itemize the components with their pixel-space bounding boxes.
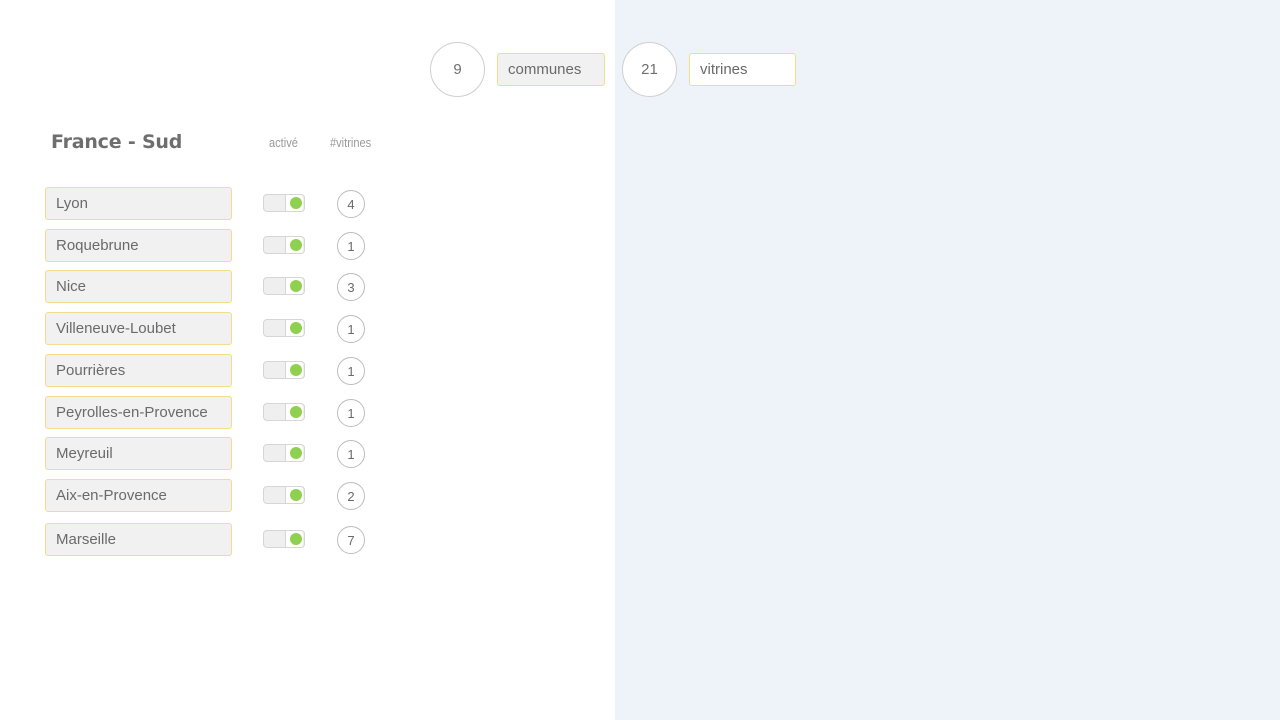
commune-name-field[interactable]: Pourrières xyxy=(45,354,232,387)
toggle-on-indicator xyxy=(290,406,302,418)
commune-row: Aix-en-Provence 2 xyxy=(45,479,375,512)
commune-name-field[interactable]: Marseille xyxy=(45,523,232,556)
communes-label: communes xyxy=(497,53,605,86)
vitrines-count: 2 xyxy=(337,482,365,510)
active-toggle[interactable] xyxy=(263,444,305,462)
vitrines-count: 1 xyxy=(337,440,365,468)
vitrines-count: 4 xyxy=(337,190,365,218)
toggle-on-indicator xyxy=(290,364,302,376)
active-toggle[interactable] xyxy=(263,277,305,295)
commune-row: Meyreuil 1 xyxy=(45,437,375,470)
column-header-vitrines: #vitrines xyxy=(330,135,372,150)
toggle-on-indicator xyxy=(290,489,302,501)
toggle-on-indicator xyxy=(290,533,302,545)
vitrines-label: vitrines xyxy=(689,53,796,86)
commune-row: Lyon 4 xyxy=(45,187,375,220)
communes-count-badge: 9 xyxy=(430,42,485,97)
commune-name-field[interactable]: Roquebrune xyxy=(45,229,232,262)
vitrines-count-badge: 21 xyxy=(622,42,677,97)
active-toggle[interactable] xyxy=(263,319,305,337)
toggle-knob xyxy=(285,445,303,461)
commune-name-field[interactable]: Aix-en-Provence xyxy=(45,479,232,512)
active-toggle[interactable] xyxy=(263,194,305,212)
vitrines-count: 1 xyxy=(337,399,365,427)
active-toggle[interactable] xyxy=(263,486,305,504)
toggle-on-indicator xyxy=(290,197,302,209)
vitrines-count: 1 xyxy=(337,232,365,260)
toggle-on-indicator xyxy=(290,239,302,251)
toggle-knob xyxy=(285,531,303,547)
region-title: France - Sud xyxy=(51,131,183,153)
toggle-knob xyxy=(285,487,303,503)
commune-row: Peyrolles-en-Provence 1 xyxy=(45,396,375,429)
vitrines-count: 3 xyxy=(337,273,365,301)
toggle-on-indicator xyxy=(290,280,302,292)
toggle-on-indicator xyxy=(290,447,302,459)
commune-name-field[interactable]: Meyreuil xyxy=(45,437,232,470)
vitrines-count: 1 xyxy=(337,357,365,385)
toggle-knob xyxy=(285,320,303,336)
toggle-on-indicator xyxy=(290,322,302,334)
commune-row: Nice 3 xyxy=(45,270,375,303)
commune-row: Villeneuve-Loubet 1 xyxy=(45,312,375,345)
active-toggle[interactable] xyxy=(263,361,305,379)
active-toggle[interactable] xyxy=(263,403,305,421)
map-panel[interactable] xyxy=(615,0,1280,720)
toggle-knob xyxy=(285,278,303,294)
active-toggle[interactable] xyxy=(263,236,305,254)
toggle-knob xyxy=(285,237,303,253)
commune-name-field[interactable]: Peyrolles-en-Provence xyxy=(45,396,232,429)
commune-row: Marseille 7 xyxy=(45,523,375,556)
toggle-knob xyxy=(285,362,303,378)
toggle-knob xyxy=(285,404,303,420)
toggle-knob xyxy=(285,195,303,211)
commune-name-field[interactable]: Nice xyxy=(45,270,232,303)
commune-row: Pourrières 1 xyxy=(45,354,375,387)
vitrines-count: 7 xyxy=(337,526,365,554)
commune-row: Roquebrune 1 xyxy=(45,229,375,262)
commune-name-field[interactable]: Lyon xyxy=(45,187,232,220)
active-toggle[interactable] xyxy=(263,530,305,548)
commune-name-field[interactable]: Villeneuve-Loubet xyxy=(45,312,232,345)
vitrines-count: 1 xyxy=(337,315,365,343)
column-header-active: activé xyxy=(269,135,298,150)
